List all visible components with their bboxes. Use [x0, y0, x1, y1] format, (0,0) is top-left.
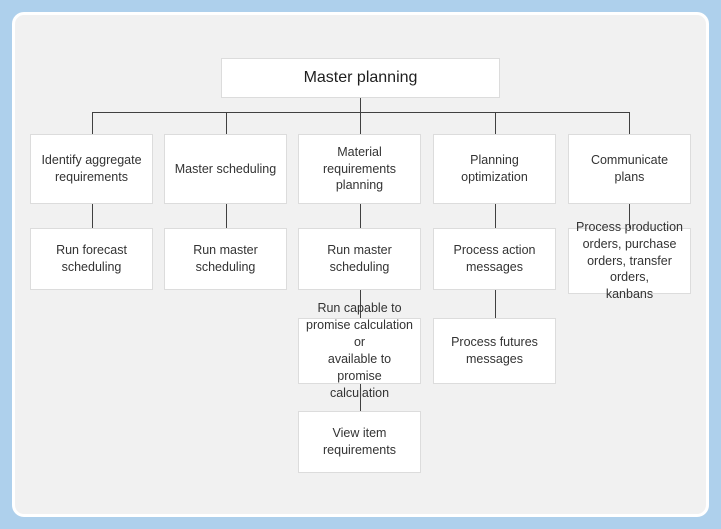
connector-col3-r4-r5 — [360, 384, 361, 411]
node-run-capable-to-promise[interactable]: Run capable to promise calculation or av… — [298, 301, 421, 400]
connector-bus-drop-3 — [360, 112, 361, 134]
connector-bus-drop-4 — [495, 112, 496, 134]
node-master-planning[interactable]: Master planning — [221, 58, 500, 98]
node-run-master-scheduling-mrp[interactable]: Run master scheduling — [298, 228, 421, 290]
node-planning-optimization[interactable]: Planning optimization — [433, 134, 556, 204]
connector-col4-r3-r4 — [495, 290, 496, 318]
node-run-forecast-scheduling[interactable]: Run forecast scheduling — [30, 228, 153, 290]
diagram-canvas: Master planning Identify aggregate requi… — [0, 0, 721, 529]
connector-bus-drop-1 — [92, 112, 93, 134]
node-process-futures-messages[interactable]: Process futures messages — [433, 318, 556, 384]
master-planning-flow-diagram: Master planning Identify aggregate requi… — [0, 0, 721, 529]
node-material-requirements-planning[interactable]: Material requirements planning — [298, 134, 421, 204]
node-process-production-orders[interactable]: Process production orders, purchase orde… — [568, 220, 691, 301]
connector-root-stem — [360, 98, 361, 113]
node-communicate-plans[interactable]: Communicate plans — [568, 134, 691, 204]
node-view-item-requirements[interactable]: View item requirements — [298, 411, 421, 473]
connector-bus-row1 — [92, 112, 630, 113]
node-run-master-scheduling[interactable]: Run master scheduling — [164, 228, 287, 290]
connector-col1-r2-r3 — [92, 204, 93, 228]
connector-col2-r2-r3 — [226, 204, 227, 228]
node-process-action-messages[interactable]: Process action messages — [433, 228, 556, 290]
connector-col4-r2-r3 — [495, 204, 496, 228]
connector-bus-drop-2 — [226, 112, 227, 134]
node-identify-aggregate-requirements[interactable]: Identify aggregate requirements — [30, 134, 153, 204]
connector-bus-drop-5 — [629, 112, 630, 134]
connector-col3-r2-r3 — [360, 204, 361, 228]
node-master-scheduling[interactable]: Master scheduling — [164, 134, 287, 204]
